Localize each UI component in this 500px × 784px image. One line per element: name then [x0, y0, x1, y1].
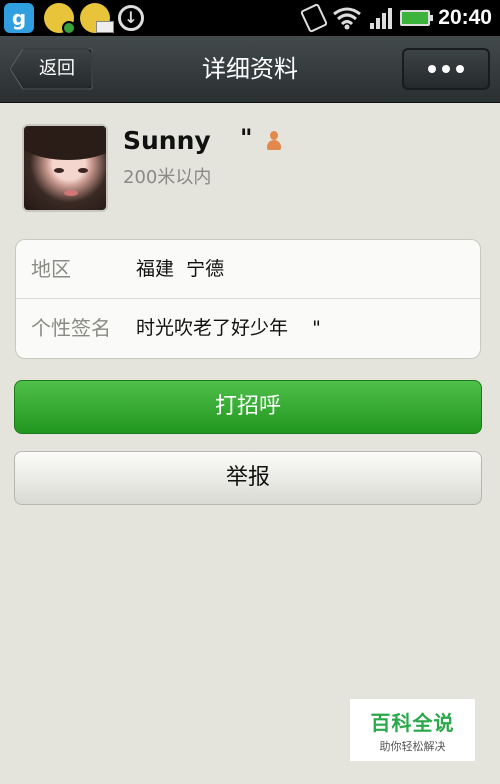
say-hello-button[interactable]: 打招呼 [14, 380, 482, 434]
watermark-logo: 百科全说 助你轻松解决 [350, 699, 475, 761]
message-icon [80, 3, 114, 33]
avatar[interactable] [22, 124, 108, 212]
more-dot-icon [456, 65, 464, 73]
profile-name: Sunny [123, 126, 211, 155]
info-row-region: 地区 福建 宁德 [16, 240, 480, 299]
game-icon [44, 3, 76, 35]
info-row-signature: 个性签名 时光吹老了好少年 " [16, 299, 480, 358]
watermark-main: 百科全说 [370, 711, 455, 735]
more-dot-icon [428, 65, 436, 73]
status-bar: g ↓ 20:40 [0, 0, 500, 36]
back-button-outline [9, 48, 93, 90]
battery-icon [400, 10, 434, 26]
vibrate-icon [300, 2, 329, 34]
report-button[interactable]: 举报 [14, 451, 482, 505]
signal-icon [370, 7, 393, 29]
signature-value: 时光吹老了好少年 " [136, 317, 321, 339]
wifi-icon [333, 7, 362, 30]
title-bar: 返回 详细资料 [0, 36, 500, 103]
info-card: 地区 福建 宁德 个性签名 时光吹老了好少年 " [15, 239, 481, 359]
more-options-button[interactable] [402, 48, 490, 90]
app-icon: g [4, 3, 34, 33]
profile-name-suffix: " [240, 124, 253, 152]
status-time: 20:40 [438, 6, 492, 29]
region-value: 福建 宁德 [136, 258, 225, 280]
distance-label: 200米以内 [123, 167, 212, 188]
region-label: 地区 [31, 257, 71, 281]
female-user-icon [266, 131, 282, 151]
watermark-sub: 助你轻松解决 [379, 740, 446, 753]
download-icon: ↓ [118, 5, 144, 31]
signature-label: 个性签名 [31, 316, 111, 340]
more-dot-icon [442, 65, 450, 73]
